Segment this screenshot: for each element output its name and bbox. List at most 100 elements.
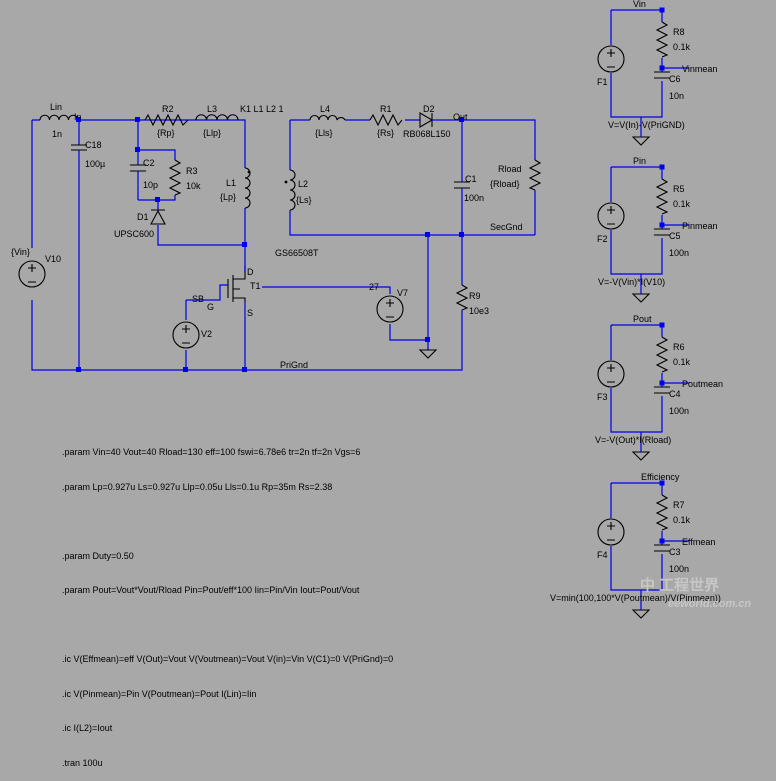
- capacitor-c18: C18 100µ: [71, 140, 105, 169]
- net-label-out: Out: [453, 112, 468, 122]
- meter-capacitor: [654, 544, 670, 552]
- meter-resistor-value: 0.1k: [673, 515, 691, 525]
- directive-line: .param Duty=0.50: [62, 550, 134, 561]
- r1-name: R1: [380, 104, 392, 114]
- meter-wire: [610, 9, 663, 118]
- meter-resistor: [655, 336, 669, 373]
- meter-capacitor: [654, 71, 670, 79]
- directive-line: .param Pout=Vout*Vout/Rload Pin=Pout/eff…: [62, 585, 360, 595]
- ground-symbol: [418, 349, 438, 359]
- v7-name: V7: [397, 288, 408, 298]
- meter-capacitor: [654, 228, 670, 236]
- source-v7: V7 27: [369, 282, 408, 323]
- meter-expression: V=-V(Vin)*I(V10): [598, 277, 665, 287]
- meter-net-label: Effmean: [682, 537, 715, 547]
- r2-value: {Rp}: [157, 128, 175, 138]
- meter-capacitor-name: C4: [669, 389, 681, 399]
- v10-value: {Vin}: [11, 247, 30, 257]
- meter-resistor-name: R7: [673, 500, 685, 510]
- junction-dot: [659, 222, 665, 228]
- meter-expression: V=V(In)-V(PriGND): [608, 120, 685, 130]
- meter-net-label: Pinmean: [682, 221, 718, 231]
- c18-value: 100µ: [85, 159, 105, 169]
- d2-value: RB068L150: [403, 129, 451, 139]
- t1-label: T1: [250, 281, 261, 291]
- v7-pin: 27: [369, 282, 379, 292]
- r9-value: 10e3: [469, 306, 489, 316]
- meter-title: Pin: [633, 156, 646, 166]
- diode-d2: D2 RB068L150: [403, 104, 451, 139]
- m1-gate: G: [207, 302, 214, 312]
- meter-source-name: F1: [597, 77, 608, 87]
- inductor-lin: Lin 1n: [39, 102, 79, 139]
- meter-capacitor-name: C3: [669, 547, 681, 557]
- directive-line: [62, 620, 393, 632]
- c18-name: C18: [85, 140, 102, 150]
- resistor-r1: R1 {Rs}: [369, 104, 403, 138]
- c2-value: 10p: [143, 180, 158, 190]
- c1-name: C1: [465, 174, 477, 184]
- meter-source-name: F3: [597, 392, 608, 402]
- r2-name: R2: [162, 104, 174, 114]
- rload-name: Rload: [498, 164, 522, 174]
- meter-blocks: Vin R8 0.1k C6 10n F1 Vinmean V=V(In)-V(PriGND)…: [550, 0, 723, 619]
- directive-line: .ic V(Pinmean)=Pin V(Poutmean)=Pout I(Li…: [62, 688, 257, 699]
- resistor-r2: R2 {Rp}: [144, 104, 189, 138]
- meter-expression: V=-V(Out)*I(Rload): [595, 435, 671, 445]
- source-v2: V2: [172, 321, 212, 349]
- k1-label: K1 L1 L2 1: [240, 104, 284, 114]
- junction-dot: [659, 322, 665, 328]
- net-label-in: In: [74, 112, 82, 122]
- source-v10: {Vin} V10: [11, 247, 61, 288]
- resistor-r3: R3 10k: [168, 159, 201, 196]
- meter-capacitor-value: 100n: [669, 564, 689, 574]
- r3-name: R3: [186, 166, 198, 176]
- meter-resistor-name: R8: [673, 27, 685, 37]
- meter-resistor-value: 0.1k: [673, 42, 691, 52]
- c2-name: C2: [143, 158, 155, 168]
- directive-line: [62, 516, 393, 528]
- d1-value: UPSC600: [114, 229, 154, 239]
- c1-value: 100n: [464, 193, 484, 203]
- meter-title: Efficiency: [641, 472, 680, 482]
- m1-source: S: [247, 308, 253, 318]
- directive-line: .param Vin=40 Vout=40 Rload=130 eff=100 …: [62, 447, 361, 457]
- meter-wire: [610, 324, 663, 433]
- meter-source-sign: [607, 522, 615, 541]
- meter-net-label: Vinmean: [682, 64, 717, 74]
- directive-line: .param Lp=0.927u Ls=0.927u Llp=0.05u Lls…: [62, 481, 333, 492]
- lin-name: Lin: [50, 102, 62, 112]
- l4-name: L4: [320, 104, 330, 114]
- spice-directives: .param Vin=40 Vout=40 Rload=130 eff=100 …: [62, 424, 393, 781]
- diode-d1: D1 UPSC600: [114, 209, 166, 239]
- meter-capacitor-value: 100n: [669, 406, 689, 416]
- d1-name: D1: [137, 212, 149, 222]
- capacitor-c2: C2 10p: [130, 158, 158, 190]
- meter-capacitor-name: C6: [669, 74, 681, 84]
- meter-resistor-name: R5: [673, 184, 685, 194]
- junction-dot: [659, 538, 665, 544]
- directive-line: .tran 100u: [62, 757, 103, 768]
- lin-value: 1n: [52, 129, 62, 139]
- meter-title: Pout: [633, 314, 652, 324]
- m1-drain: D: [247, 267, 254, 277]
- m1-sb: SB: [192, 294, 204, 304]
- inductor-l3: L3 {Llp}: [195, 104, 239, 138]
- rload-value: {Rload}: [490, 179, 520, 189]
- meter-source-sign: [607, 49, 615, 68]
- l3-name: L3: [207, 104, 217, 114]
- r1-value: {Rs}: [377, 128, 394, 138]
- meter-ground: [631, 293, 651, 303]
- meter-source-sign: [607, 206, 615, 225]
- inductor-l4: L4 {Lls}: [309, 104, 346, 138]
- l2-name: L2: [298, 179, 308, 189]
- meter-resistor: [655, 494, 669, 531]
- meter-ground: [631, 451, 651, 461]
- directive-line: .ic I(L2)=Iout: [62, 723, 113, 733]
- net-label-secgnd: SecGnd: [490, 222, 523, 232]
- meter-capacitor-name: C5: [669, 231, 681, 241]
- junction-dot: [659, 380, 665, 386]
- m1-model: GS66508T: [275, 248, 319, 258]
- r3-value: 10k: [186, 181, 201, 191]
- wires: [31, 119, 536, 371]
